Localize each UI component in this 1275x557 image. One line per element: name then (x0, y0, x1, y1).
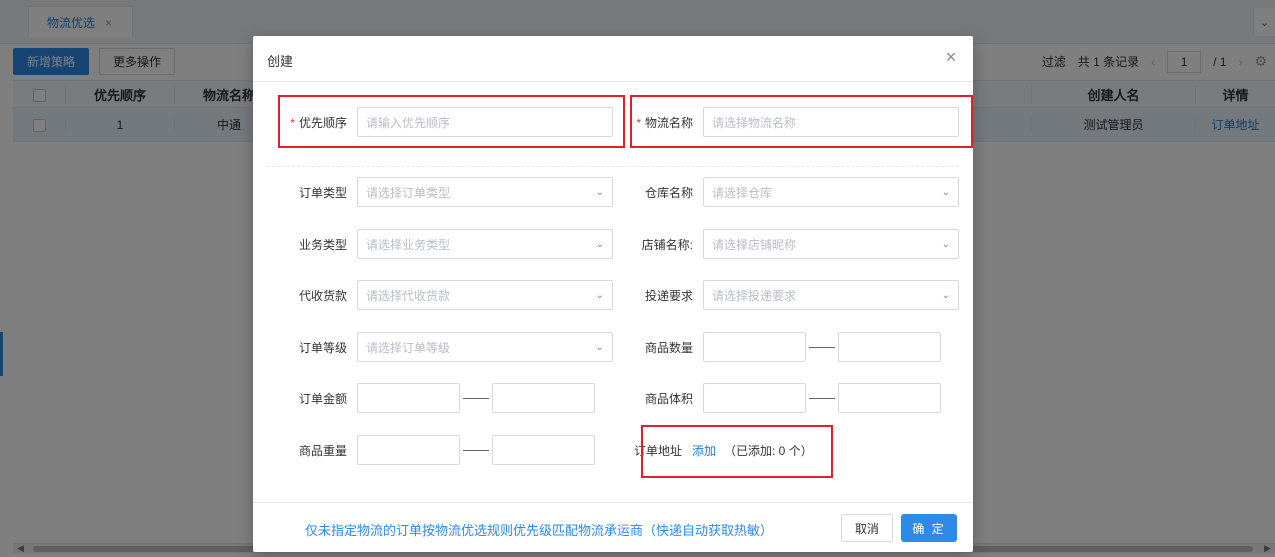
order-amount-max-input[interactable] (492, 383, 595, 413)
shop-name-placeholder: 请选择店铺昵称 (712, 237, 797, 252)
chevron-down-icon: ⌄ (941, 186, 950, 198)
order-type-field: 订单类型 请选择订单类型 ⌄ (267, 177, 613, 207)
goods-qty-field: 商品数量 (613, 332, 941, 362)
chevron-down-icon: ⌄ (941, 289, 950, 301)
range-separator (809, 346, 835, 348)
dialog-header: 创建 × (253, 36, 973, 82)
delivery-req-select[interactable]: 请选择投递要求 ⌄ (703, 280, 959, 310)
goods-weight-min-input[interactable] (357, 435, 460, 465)
divider (267, 166, 959, 167)
close-icon[interactable]: × (941, 47, 961, 67)
warehouse-select[interactable]: 请选择仓库 ⌄ (703, 177, 959, 207)
dialog-title: 创建 (267, 54, 294, 69)
goods-weight-field: 商品重量 (267, 435, 595, 465)
warehouse-placeholder: 请选择仓库 (712, 185, 773, 200)
order-level-field: 订单等级 请选择订单等级 ⌄ (267, 332, 613, 362)
shop-name-select[interactable]: 请选择店铺昵称 ⌄ (703, 229, 959, 259)
order-type-placeholder: 请选择订单类型 (366, 185, 451, 200)
chevron-down-icon: ⌄ (941, 238, 950, 250)
cod-placeholder: 请选择代收货款 (366, 288, 451, 303)
dialog-footer: 仅未指定物流的订单按物流优选规则优先级匹配物流承运商（快递自动获取热敏） 取消 … (253, 502, 973, 552)
order-level-label: 订单等级 (298, 340, 347, 355)
order-amount-field: 订单金额 (267, 383, 595, 413)
warehouse-label: 仓库名称 (644, 185, 693, 200)
business-type-field: 业务类型 请选择业务类型 ⌄ (267, 229, 613, 259)
goods-qty-max-input[interactable] (838, 332, 941, 362)
order-level-placeholder: 请选择订单等级 (366, 340, 451, 355)
goods-qty-min-input[interactable] (703, 332, 806, 362)
order-amount-label: 订单金额 (298, 391, 347, 406)
goods-weight-label: 商品重量 (298, 443, 347, 458)
shop-name-field: 店铺名称: 请选择店铺昵称 ⌄ (613, 229, 959, 259)
warehouse-field: 仓库名称 请选择仓库 ⌄ (613, 177, 959, 207)
cod-label: 代收货款 (298, 288, 347, 303)
confirm-button[interactable]: 确 定 (901, 514, 957, 542)
goods-volume-min-input[interactable] (703, 383, 806, 413)
business-type-placeholder: 请选择业务类型 (366, 237, 451, 252)
delivery-req-placeholder: 请选择投递要求 (712, 288, 797, 303)
shop-name-label: 店铺名称: (641, 237, 693, 252)
chevron-down-icon: ⌄ (595, 238, 604, 250)
create-dialog: 创建 × * 优先顺序 请输入优先顺序 * 物流名称 请选择物流名称 订单类型 请选… (253, 36, 973, 552)
goods-volume-max-input[interactable] (838, 383, 941, 413)
cod-field: 代收货款 请选择代收货款 ⌄ (267, 280, 613, 310)
cod-select[interactable]: 请选择代收货款 ⌄ (357, 280, 613, 310)
range-separator (463, 397, 489, 399)
business-type-label: 业务类型 (298, 237, 347, 252)
range-separator (463, 449, 489, 451)
order-type-label: 订单类型 (298, 185, 347, 200)
chevron-down-icon: ⌄ (595, 341, 604, 353)
goods-volume-label: 商品体积 (644, 391, 693, 406)
range-separator (809, 397, 835, 399)
highlight-box-order-address (641, 425, 833, 478)
cancel-button[interactable]: 取消 (841, 514, 893, 542)
goods-weight-max-input[interactable] (492, 435, 595, 465)
highlight-box-logistics-name (630, 95, 973, 148)
order-amount-min-input[interactable] (357, 383, 460, 413)
delivery-req-field: 投递要求 请选择投递要求 ⌄ (613, 280, 959, 310)
chevron-down-icon: ⌄ (595, 289, 604, 301)
business-type-select[interactable]: 请选择业务类型 ⌄ (357, 229, 613, 259)
goods-volume-field: 商品体积 (613, 383, 941, 413)
delivery-req-label: 投递要求 (644, 288, 693, 303)
order-level-select[interactable]: 请选择订单等级 ⌄ (357, 332, 613, 362)
highlight-box-priority (278, 95, 625, 148)
chevron-down-icon: ⌄ (595, 186, 604, 198)
footer-note: 仅未指定物流的订单按物流优选规则优先级匹配物流承运商（快递自动获取热敏） (305, 523, 774, 538)
order-type-select[interactable]: 请选择订单类型 ⌄ (357, 177, 613, 207)
goods-qty-label: 商品数量 (644, 340, 693, 355)
